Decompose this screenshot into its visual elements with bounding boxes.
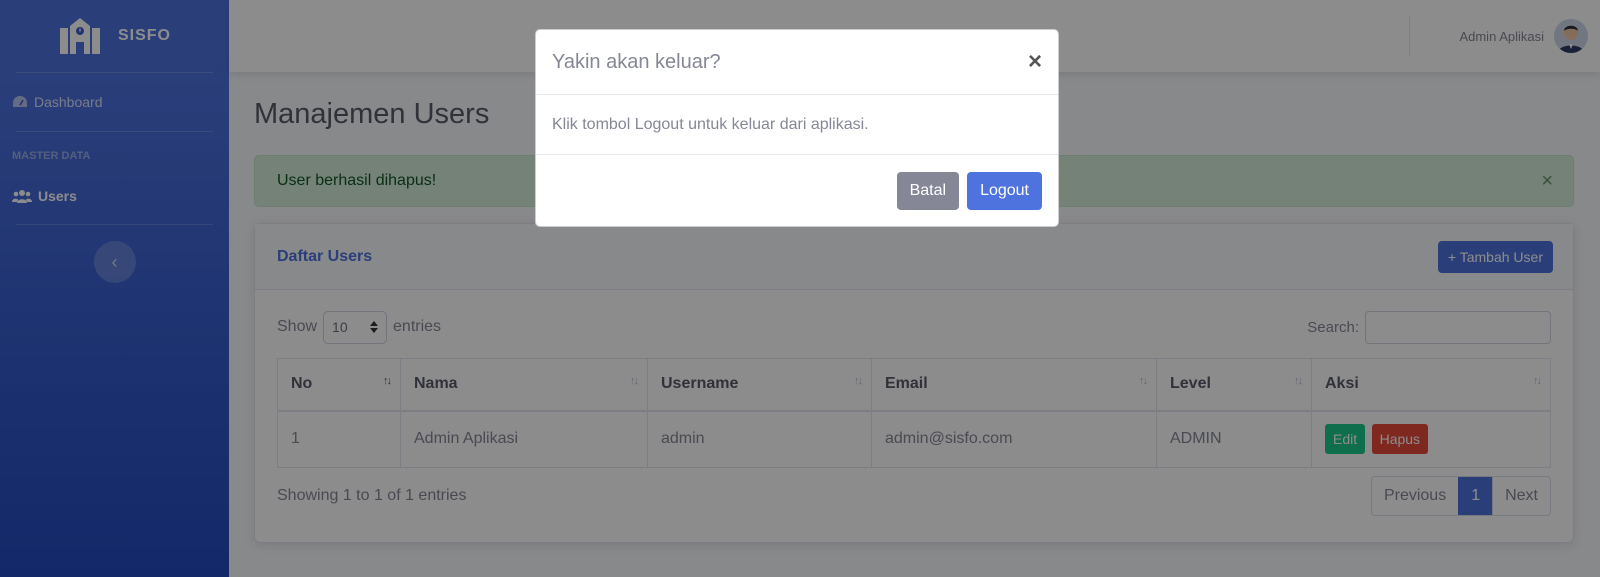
modal-title: Yakin akan keluar?	[552, 50, 721, 73]
logout-modal: Yakin akan keluar? × Klik tombol Logout …	[535, 29, 1059, 227]
cancel-button[interactable]: Batal	[896, 172, 960, 210]
modal-header: Yakin akan keluar? ×	[536, 30, 1058, 95]
modal-body: Klik tombol Logout untuk keluar dari apl…	[536, 95, 1058, 155]
close-icon[interactable]: ×	[1028, 48, 1042, 76]
logout-button[interactable]: Logout	[967, 172, 1042, 210]
modal-footer: Batal Logout	[536, 155, 1058, 227]
